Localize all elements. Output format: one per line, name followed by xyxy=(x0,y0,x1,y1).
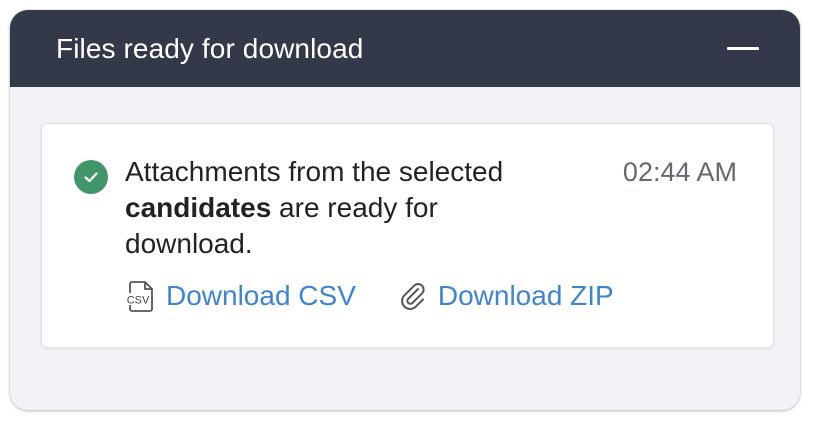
timestamp: 02:44 AM xyxy=(622,157,737,187)
download-actions: CSV Download CSV Download ZIP xyxy=(124,279,614,313)
download-csv-link[interactable]: CSV Download CSV xyxy=(124,279,356,313)
paperclip-icon xyxy=(396,279,430,313)
download-panel: Files ready for download Attachments fro… xyxy=(10,10,800,410)
panel-header: Files ready for download xyxy=(10,10,800,87)
minimize-button[interactable] xyxy=(726,34,760,64)
svg-text:CSV: CSV xyxy=(127,295,150,307)
check-circle-icon xyxy=(74,160,108,194)
notification-card: Attachments from the selected candidates… xyxy=(41,123,774,348)
notification-message: Attachments from the selected candidates… xyxy=(125,154,565,262)
message-text: Attachments from the selected xyxy=(125,156,504,187)
panel-title: Files ready for download xyxy=(56,32,364,64)
download-zip-link[interactable]: Download ZIP xyxy=(396,279,614,313)
download-zip-label: Download ZIP xyxy=(437,280,614,311)
csv-file-icon: CSV xyxy=(124,279,158,313)
message-bold-text: candidates xyxy=(125,192,272,223)
minus-icon xyxy=(727,47,759,50)
download-csv-label: Download CSV xyxy=(166,280,356,311)
